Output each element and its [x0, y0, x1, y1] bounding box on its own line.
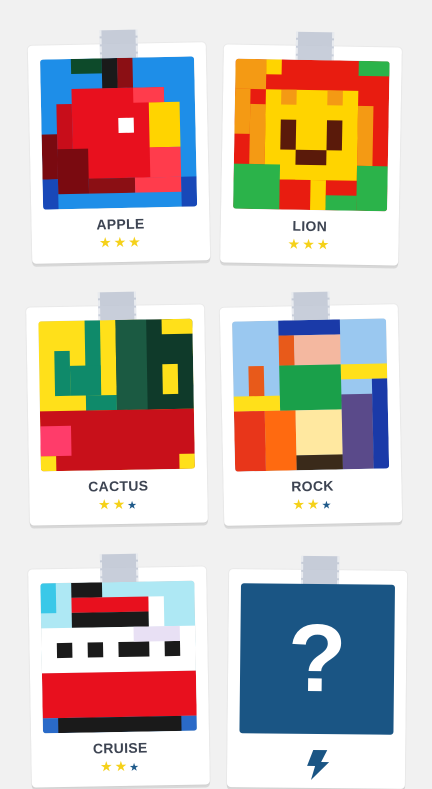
- puzzle-title: CRUISE: [92, 739, 148, 757]
- tape-decoration: [295, 31, 335, 63]
- lightning-icon: [299, 748, 333, 782]
- tape-decoration: [99, 553, 139, 585]
- puzzle-card-rock[interactable]: ROCK ★★★: [219, 291, 403, 526]
- star-filled-icon: ★: [114, 757, 130, 775]
- star-filled-icon: ★: [306, 495, 322, 513]
- star-filled-icon: ★: [316, 236, 332, 253]
- puzzle-title: APPLE: [96, 215, 145, 233]
- puzzle-card-apple[interactable]: APPLE ★★★: [27, 29, 211, 264]
- star-filled-icon: ★: [98, 234, 114, 251]
- star-filled-icon: ★: [302, 235, 317, 253]
- star-rating: ★★★: [29, 494, 207, 515]
- star-filled-icon: ★: [113, 233, 129, 251]
- locked-puzzle-image: ?: [239, 583, 395, 735]
- star-rating: ★★★: [31, 756, 209, 777]
- star-empty-icon: ★: [321, 499, 334, 512]
- puzzle-title: LION: [292, 217, 328, 235]
- puzzle-title: ROCK: [291, 477, 334, 495]
- puzzle-image-cruise: [40, 580, 197, 734]
- tape-decoration: [291, 291, 331, 323]
- star-filled-icon: ★: [292, 496, 308, 513]
- star-filled-icon: ★: [127, 233, 143, 250]
- tape-decoration: [300, 555, 340, 587]
- puzzle-image-rock: [232, 318, 390, 472]
- puzzle-card-locked[interactable]: ?: [226, 555, 408, 789]
- puzzle-image-apple: [40, 56, 198, 210]
- star-filled-icon: ★: [99, 758, 115, 775]
- tape-decoration: [97, 291, 137, 323]
- star-rating: ★★★: [220, 234, 398, 253]
- star-empty-icon: ★: [127, 499, 140, 512]
- puzzle-image-cactus: [38, 318, 195, 472]
- star-filled-icon: ★: [112, 495, 128, 513]
- puzzle-title: CACTUS: [88, 477, 149, 495]
- puzzle-card-lion[interactable]: LION ★★★: [220, 31, 402, 266]
- star-rating: ★★★: [224, 494, 402, 516]
- star-rating: ★★★: [32, 232, 210, 252]
- tape-decoration: [99, 29, 139, 61]
- puzzle-image-lion: [233, 58, 390, 212]
- star-filled-icon: ★: [287, 235, 303, 252]
- star-filled-icon: ★: [97, 496, 113, 513]
- question-mark: ?: [287, 604, 348, 713]
- puzzle-card-cruise[interactable]: CRUISE ★★★: [28, 553, 210, 788]
- puzzle-card-cactus[interactable]: CACTUS ★★★: [26, 291, 208, 526]
